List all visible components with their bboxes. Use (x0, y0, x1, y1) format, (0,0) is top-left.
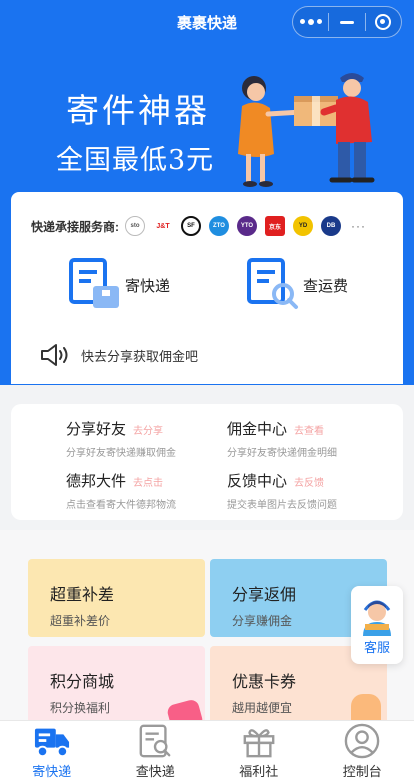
jt-logo-icon: J&T (153, 216, 173, 236)
customer-service-label: 客服 (363, 640, 390, 655)
courier-illustration (238, 73, 375, 187)
check-fee-label: 查运费 (303, 277, 349, 295)
link-commission-center[interactable]: 佣金中心 去查看 分享好友寄快递佣金明细 (227, 418, 337, 459)
link-subtitle: 点击查看寄大件德邦物流 (66, 500, 176, 511)
banner-subheadline: 全国最低3元 (56, 145, 215, 176)
zto-logo-icon: ZTO (209, 216, 229, 236)
tab-welfare[interactable]: 福利社 (207, 721, 311, 780)
link-tag[interactable]: 去点击 (133, 478, 163, 489)
tab-console[interactable]: 控制台 (311, 721, 414, 780)
tab-send-express[interactable]: 寄快递 (0, 721, 104, 780)
share-notice[interactable]: 快去分享获取佣金吧 (39, 342, 198, 368)
link-feedback-center[interactable]: 反馈中心 去反馈 提交表单图片去反馈问题 (227, 470, 337, 511)
close-button[interactable] (366, 7, 401, 37)
link-subtitle: 分享好友寄快递佣金明细 (227, 448, 337, 459)
yunda-logo-icon: YD (293, 216, 313, 236)
fee-search-icon (247, 258, 298, 309)
tile-title: 优惠卡券 (232, 674, 297, 691)
overweight-surcharge-tile[interactable]: 超重补差 超重补差价 (28, 559, 205, 637)
check-fee-button[interactable]: 查运费 (247, 258, 348, 312)
customer-service-avatar-icon (363, 600, 391, 636)
customer-service-button[interactable]: 客服 (351, 586, 403, 664)
link-title: 德邦大件 (66, 473, 127, 490)
send-package-icon (69, 258, 119, 308)
send-express-button[interactable]: 寄快递 (69, 258, 170, 312)
close-target-icon (375, 14, 392, 30)
link-subtitle: 分享好友寄快递赚取佣金 (66, 448, 176, 459)
link-title: 佣金中心 (227, 421, 288, 438)
delivery-truck-icon (34, 728, 69, 758)
tab-label: 寄快递 (32, 764, 72, 779)
tile-title: 超重补差 (50, 587, 115, 604)
carrier-label: 快递承接服务商: (31, 219, 119, 234)
banner-headline: 寄件神器 (66, 91, 210, 130)
debang-logo-icon: DB (321, 216, 341, 236)
carrier-row: 快递承接服务商: sto J&T SF ZTO YTO 京东 YD DB ··· (31, 216, 366, 236)
link-share-friends[interactable]: 分享好友 去分享 分享好友寄快递赚取佣金 (66, 418, 176, 459)
send-express-label: 寄快递 (125, 277, 171, 295)
share-notice-text: 快去分享获取佣金吧 (81, 348, 199, 364)
tile-title: 积分商城 (50, 674, 115, 691)
link-tag[interactable]: 去分享 (133, 426, 163, 437)
link-tag[interactable]: 去查看 (294, 426, 324, 437)
more-carriers-icon[interactable]: ··· (351, 219, 366, 233)
minimize-button[interactable] (329, 7, 364, 37)
gift-box-icon (243, 729, 275, 758)
document-search-icon (139, 724, 171, 758)
yto-logo-icon: YTO (237, 216, 257, 236)
user-profile-icon (344, 723, 380, 759)
tab-label: 控制台 (342, 764, 382, 779)
mini-program-capsule (292, 6, 402, 38)
shipping-card: 快递承接服务商: sto J&T SF ZTO YTO 京东 YD DB ···… (11, 192, 403, 384)
link-title: 分享好友 (66, 421, 127, 438)
quick-links-panel: 分享好友 去分享 分享好友寄快递赚取佣金 佣金中心 去查看 分享好友寄快递佣金明细 … (11, 404, 403, 520)
tab-label: 查快递 (135, 764, 175, 779)
minimize-icon (339, 20, 354, 24)
link-tag[interactable]: 去反馈 (294, 478, 324, 489)
tab-track-express[interactable]: 查快递 (104, 721, 208, 780)
points-mall-tile[interactable]: 积分商城 积分换福利 (28, 646, 205, 726)
bottom-tab-bar: 寄快递 查快递 福利社 控制台 (0, 720, 414, 780)
speaker-icon (41, 344, 68, 366)
jd-logo-icon: 京东 (265, 216, 285, 236)
link-subtitle: 提交表单图片去反馈问题 (227, 500, 337, 511)
tile-subtitle: 超重补差价 (50, 614, 111, 628)
link-title: 反馈中心 (227, 473, 288, 490)
more-menu-button[interactable] (293, 7, 328, 37)
tab-label: 福利社 (239, 764, 279, 779)
sto-logo-icon: sto (125, 216, 145, 236)
more-dots-icon (299, 19, 322, 25)
sf-logo-icon: SF (181, 216, 201, 236)
link-debang-large[interactable]: 德邦大件 去点击 点击查看寄大件德邦物流 (66, 470, 176, 511)
